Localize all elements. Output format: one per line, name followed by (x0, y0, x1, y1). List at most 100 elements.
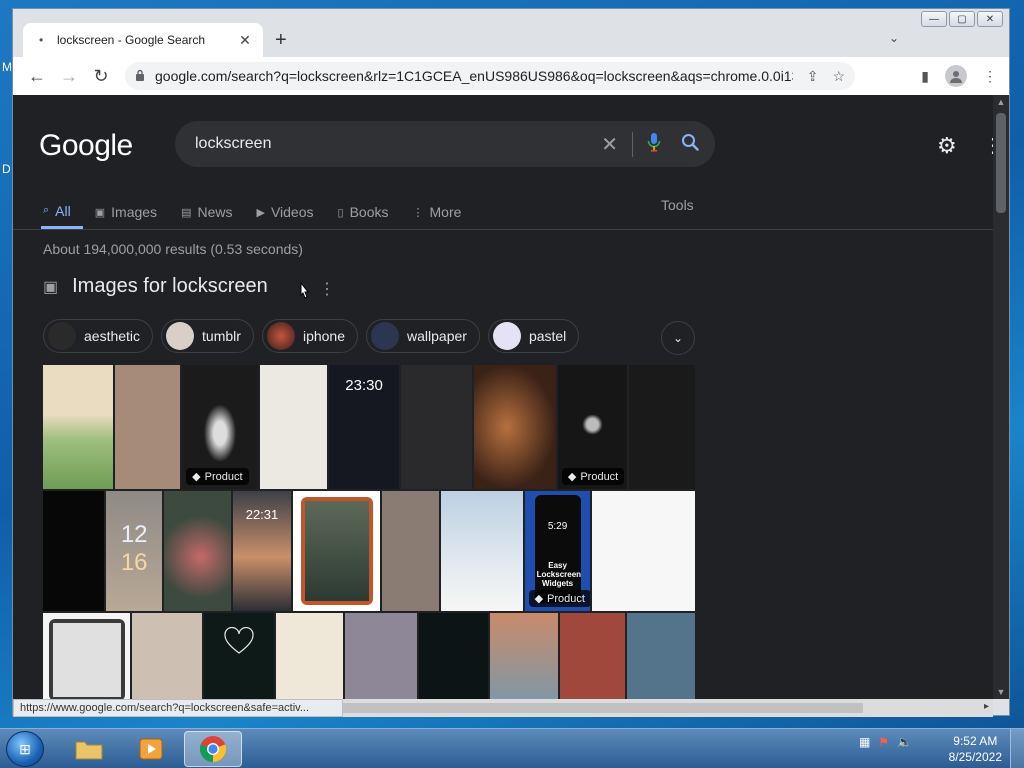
chip-thumbnail (166, 322, 195, 350)
volume-icon[interactable]: 🔈 (897, 735, 912, 749)
chip-pastel[interactable]: pastel (487, 319, 580, 353)
image-result[interactable]: 12 16 (106, 491, 162, 611)
tablet-frame (300, 497, 373, 605)
scrollbar-thumb[interactable] (996, 113, 1006, 213)
share-icon[interactable]: ⇪ (807, 68, 819, 85)
desktop-icon-label-m[interactable]: M (2, 60, 12, 74)
image-result[interactable] (204, 613, 274, 699)
voice-search-icon[interactable] (647, 132, 661, 157)
address-bar[interactable]: google.com/search?q=lockscreen&rlz=1C1GC… (125, 62, 855, 90)
reload-button[interactable]: ↻ (85, 66, 117, 87)
tools-button[interactable]: Tools (661, 197, 694, 213)
image-result[interactable] (474, 365, 556, 489)
tab-close-icon[interactable]: ✕ (237, 32, 253, 49)
taskbar-clock[interactable]: 9:52 AM 8/25/2022 (949, 733, 1002, 765)
video-play-icon: ▶ (256, 206, 265, 219)
image-result[interactable] (132, 613, 203, 699)
tab-videos[interactable]: ▶ Videos (244, 195, 325, 229)
chip-wallpaper[interactable]: wallpaper (366, 319, 480, 353)
image-icon: ▣ (94, 206, 106, 219)
google-apps-kebab-icon[interactable]: ⋮ (983, 133, 993, 158)
image-result[interactable]: ◆ Product (182, 365, 258, 489)
image-result[interactable] (259, 365, 328, 489)
image-result[interactable]: ◆ Product (557, 365, 628, 489)
chrome-menu-icon[interactable]: ⋮ (983, 68, 997, 85)
new-tab-button[interactable]: + (275, 29, 287, 52)
tab-images[interactable]: ▣ Images (83, 195, 169, 229)
taskbar-media-player[interactable] (122, 731, 180, 767)
profile-avatar[interactable] (945, 65, 967, 87)
image-result[interactable] (43, 613, 131, 699)
scroll-right-arrow-icon[interactable]: ▸ (984, 701, 989, 712)
tab-news[interactable]: ▤ News (169, 195, 244, 229)
system-tray: ▦ ⚑ 🔈 (859, 735, 912, 749)
tablet-screen (304, 501, 369, 601)
search-tabs: ⌕ All ▣ Images ▤ News ▶ Videos ▯ Books ⋮… (41, 195, 473, 229)
show-desktop-button[interactable] (1010, 729, 1024, 768)
action-center-flag-icon[interactable]: ⚑ (878, 735, 889, 749)
side-panel-icon[interactable]: ▮ (921, 68, 929, 85)
google-logo[interactable]: Google (39, 129, 133, 163)
image-result[interactable] (490, 613, 558, 699)
search-box[interactable]: lockscreen ✕ (175, 121, 715, 167)
image-result[interactable] (114, 365, 181, 489)
vertical-scrollbar[interactable]: ▲ ▼ (993, 95, 1009, 699)
image-result[interactable] (591, 491, 695, 611)
back-button[interactable]: ← (21, 66, 53, 87)
bookmark-star-icon[interactable]: ☆ (832, 68, 845, 85)
folder-icon (75, 741, 103, 760)
image-result[interactable] (43, 365, 113, 489)
tab-all[interactable]: ⌕ All (41, 195, 83, 229)
images-heading[interactable]: Images for lockscreen (72, 275, 268, 298)
scroll-down-arrow-icon[interactable]: ▼ (993, 687, 1009, 697)
close-window-button[interactable]: ✕ (977, 11, 1003, 27)
expand-chips-button[interactable]: ⌄ (661, 321, 695, 355)
image-result[interactable] (629, 365, 696, 489)
image-result[interactable] (292, 491, 380, 611)
image-result[interactable] (275, 613, 344, 699)
image-result[interactable] (627, 613, 696, 699)
image-result[interactable] (381, 491, 440, 611)
image-result[interactable] (400, 365, 473, 489)
forward-button[interactable]: → (53, 66, 85, 87)
chip-thumbnail (266, 322, 295, 350)
search-input[interactable]: lockscreen (195, 135, 601, 153)
maximize-button[interactable]: ▢ (949, 11, 975, 27)
minimize-button[interactable]: — (921, 11, 947, 27)
tab-label: Books (349, 204, 389, 220)
taskbar-file-explorer[interactable] (60, 731, 118, 767)
image-result[interactable]: 22:31 (233, 491, 291, 611)
search-submit-icon[interactable] (681, 133, 699, 156)
lock-icon[interactable] (135, 69, 145, 84)
chip-tumblr[interactable]: tumblr (161, 319, 254, 353)
chip-aesthetic[interactable]: aesthetic (43, 319, 154, 353)
image-result[interactable]: 5:29 Easy Lockscreen Widgets ◆ Product (524, 491, 590, 611)
scroll-up-arrow-icon[interactable]: ▲ (993, 97, 1009, 107)
url-text[interactable]: google.com/search?q=lockscreen&rlz=1C1GC… (155, 68, 793, 84)
chip-iphone[interactable]: iphone (261, 319, 358, 353)
browser-tab[interactable]: • lockscreen - Google Search ✕ (23, 23, 263, 57)
network-icon[interactable]: ▦ (859, 735, 870, 749)
tab-more[interactable]: ⋮ More (401, 195, 474, 229)
clear-search-icon[interactable]: ✕ (601, 131, 633, 157)
start-button[interactable]: ⊞ (6, 731, 44, 767)
tag-icon: ◆ (192, 471, 201, 483)
image-result[interactable] (418, 613, 489, 699)
image-result[interactable]: 23:30 (329, 365, 399, 489)
desktop-icon-label-d[interactable]: D (2, 162, 11, 176)
taskbar-chrome[interactable] (184, 731, 242, 767)
images-menu-kebab-icon[interactable]: ⋮ (319, 279, 335, 299)
tab-books[interactable]: ▯ Books (326, 195, 401, 229)
image-result[interactable] (559, 613, 626, 699)
image-result[interactable] (441, 491, 523, 611)
horizontal-scrollbar-thumb[interactable] (343, 703, 863, 713)
image-row: ◆ Product 23:30 ◆ Product (43, 365, 696, 489)
horizontal-scrollbar[interactable]: ▸ (343, 699, 993, 717)
image-result[interactable] (43, 491, 105, 611)
image-result[interactable] (163, 491, 232, 611)
product-badge: ◆ Product (561, 468, 625, 485)
browser-window: • lockscreen - Google Search ✕ + ⌄ — ▢ ✕… (12, 8, 1010, 717)
settings-gear-icon[interactable]: ⚙ (937, 133, 957, 159)
image-result[interactable] (345, 613, 417, 699)
tab-search-dropdown-icon[interactable]: ⌄ (889, 31, 899, 45)
